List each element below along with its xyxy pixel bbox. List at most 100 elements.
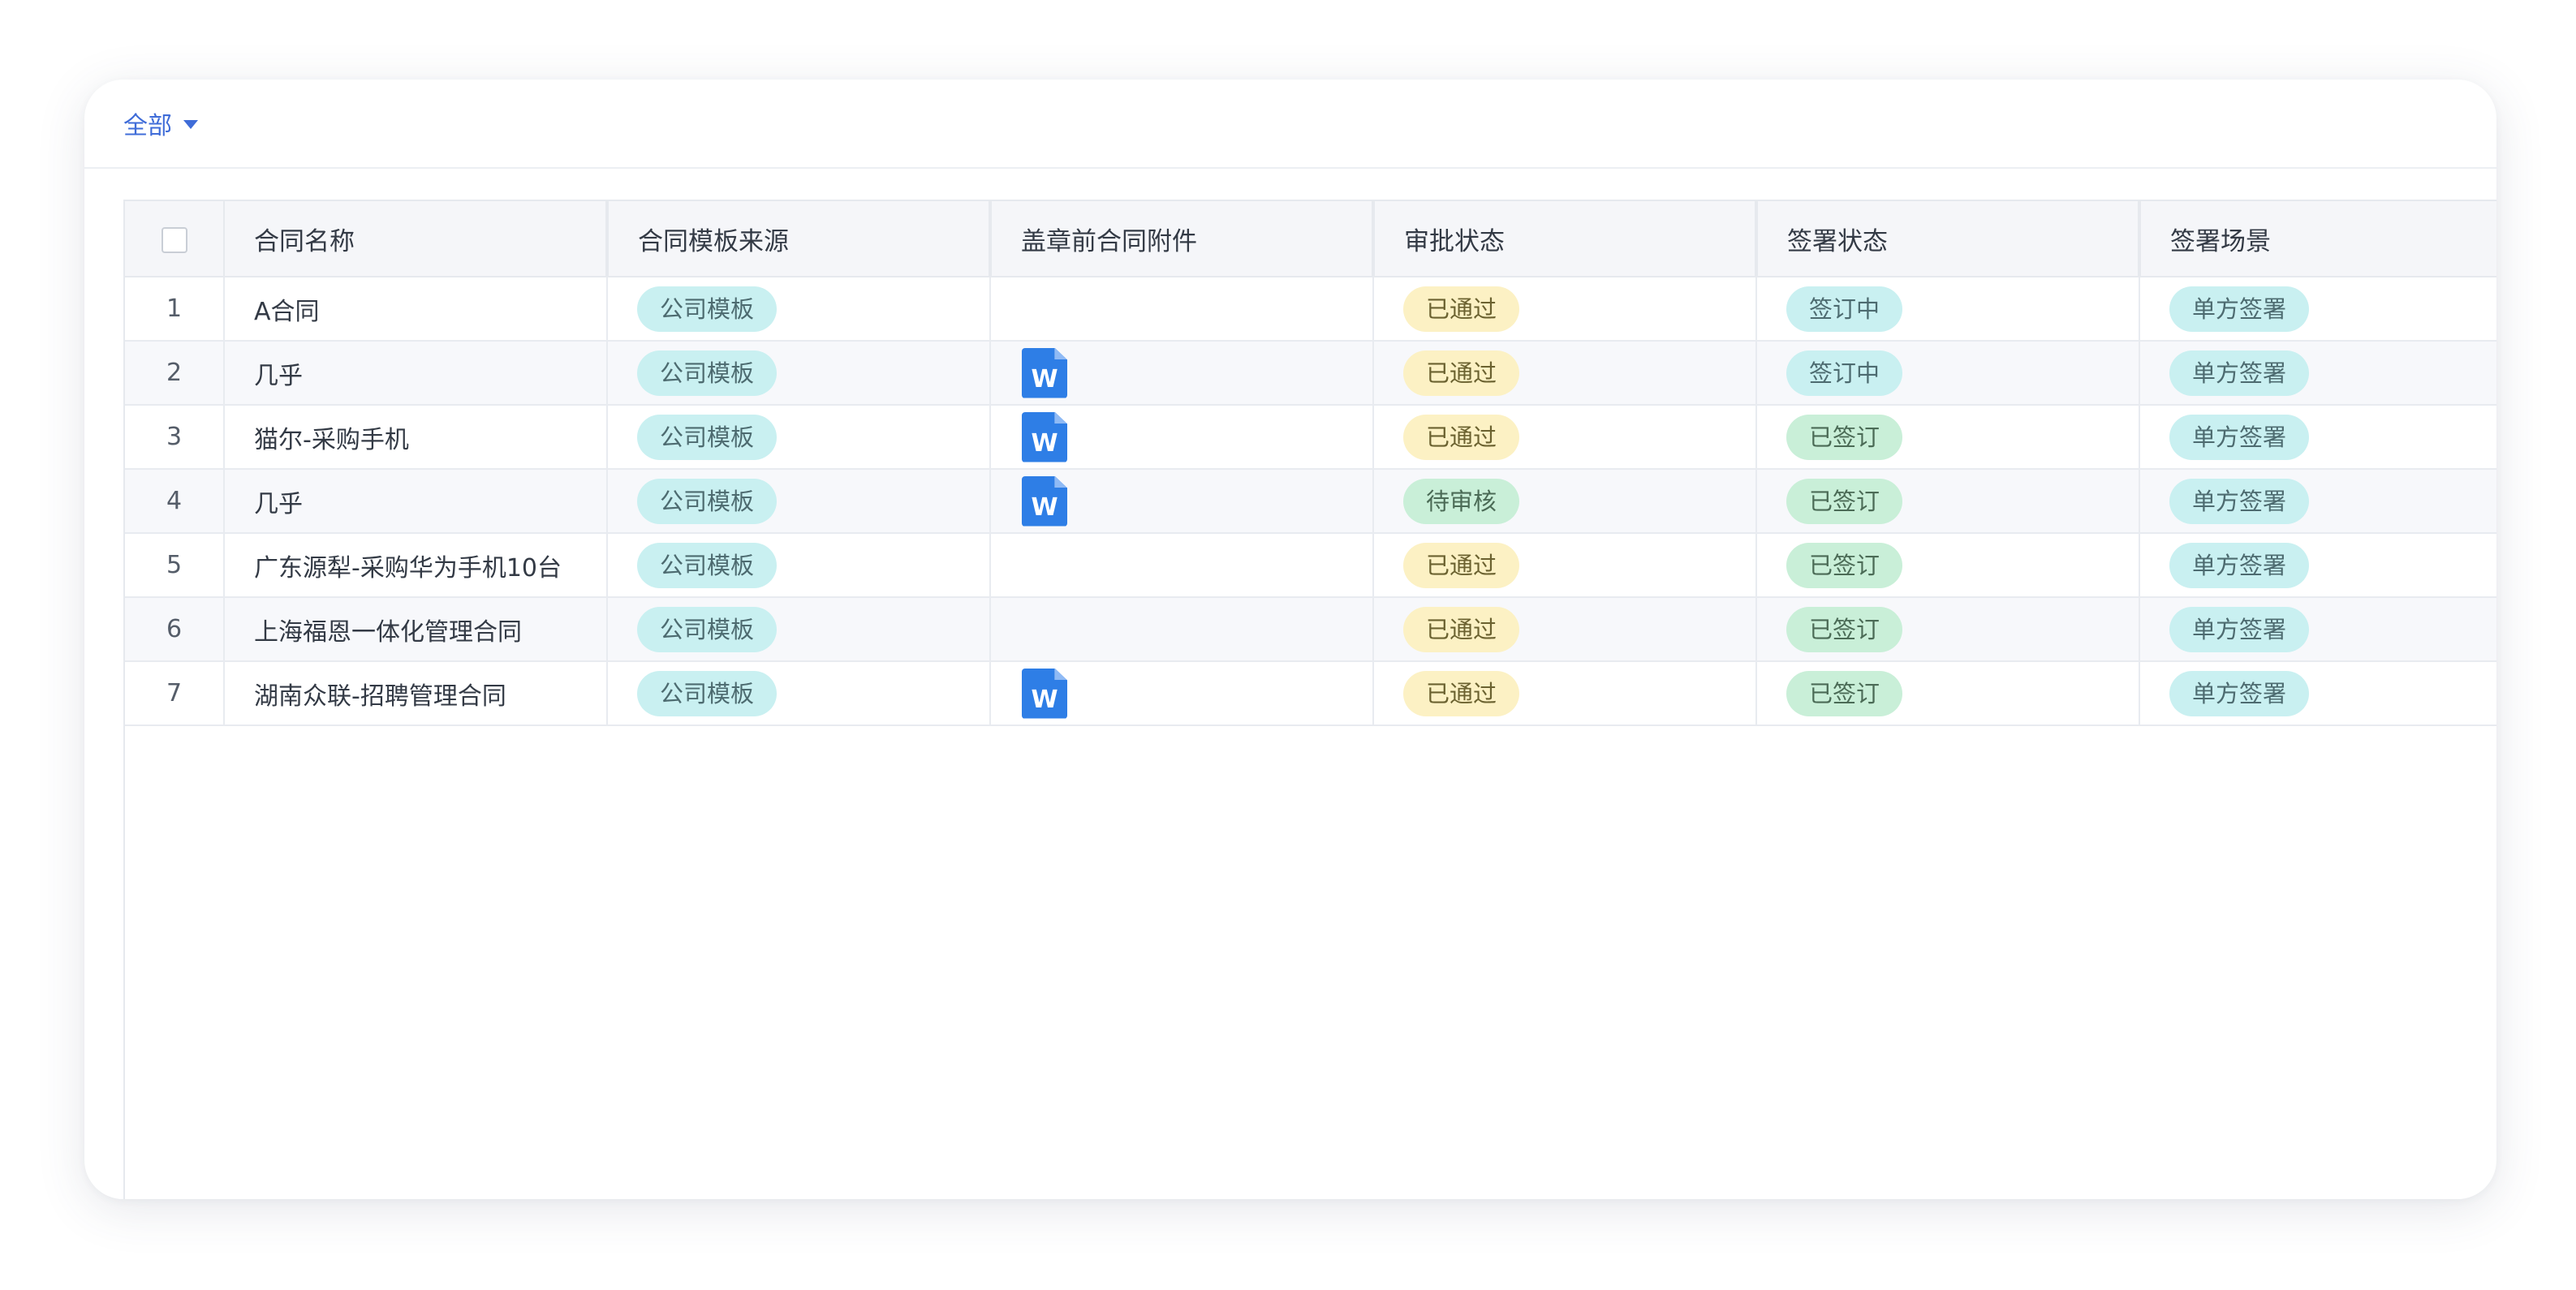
approval-status-cell: 已通过 — [1373, 341, 1757, 406]
contract-name-cell[interactable]: A合同 — [224, 277, 608, 342]
word-icon-fold — [1054, 475, 1067, 488]
column-header-sign-status[interactable]: 签署状态 — [1756, 200, 2141, 277]
column-header-attachment[interactable]: 盖章前合同附件 — [990, 200, 1375, 277]
approval-status-cell: 已通过 — [1373, 405, 1757, 470]
approval-status-cell: 已通过 — [1373, 533, 1757, 598]
select-all-checkbox[interactable] — [161, 226, 187, 253]
template-source-tag: 公司模板 — [637, 350, 778, 396]
sign-scene-cell: 单方签署 — [2139, 533, 2496, 598]
sign-scene-cell: 单方签署 — [2139, 277, 2496, 342]
sign-scene-tag: 单方签署 — [2169, 414, 2310, 460]
approval-status-tag: 已通过 — [1403, 606, 1520, 652]
approval-status-tag: 待审核 — [1403, 478, 1520, 524]
approval-status-cell: 已通过 — [1373, 661, 1757, 726]
contract-list-card: 全部 合同名称 合同模板来源 盖章前合同附件 审批状态 签署状态 签署场景 1 … — [84, 80, 2496, 1199]
word-icon-fold — [1054, 411, 1067, 424]
sign-status-tag: 签订中 — [1786, 350, 1903, 396]
template-source-tag: 公司模板 — [637, 542, 778, 588]
template-source-cell: 公司模板 — [607, 405, 991, 470]
word-document-icon[interactable]: W — [1022, 411, 1067, 462]
contract-table-container: 合同名称 合同模板来源 盖章前合同附件 审批状态 签署状态 签署场景 1 A合同公… — [123, 200, 2496, 1199]
sign-status-tag: 已签订 — [1786, 606, 1903, 652]
contract-name-cell[interactable]: 猫尔-采购手机 — [224, 405, 608, 470]
word-document-icon[interactable]: W — [1022, 475, 1067, 527]
sign-status-cell: 已签订 — [1756, 661, 2140, 726]
sign-scene-tag: 单方签署 — [2169, 286, 2310, 332]
filter-bar: 全部 — [84, 80, 2496, 169]
template-source-cell: 公司模板 — [607, 597, 991, 662]
row-index: 3 — [125, 405, 225, 470]
template-source-cell: 公司模板 — [607, 661, 991, 726]
sign-scene-tag: 单方签署 — [2169, 670, 2310, 716]
template-source-cell: 公司模板 — [607, 469, 991, 534]
column-header-approval-status[interactable]: 审批状态 — [1373, 200, 1758, 277]
contract-name-cell[interactable]: 广东源犁-采购华为手机10台 — [224, 533, 608, 598]
row-index: 5 — [125, 533, 225, 598]
word-document-icon[interactable]: W — [1022, 347, 1067, 398]
sign-scene-tag: 单方签署 — [2169, 350, 2310, 396]
template-source-tag: 公司模板 — [637, 606, 778, 652]
contract-name-cell[interactable]: 几乎 — [224, 341, 608, 406]
contract-table: 合同名称 合同模板来源 盖章前合同附件 审批状态 签署状态 签署场景 1 A合同公… — [125, 200, 2496, 726]
sign-status-cell: 签订中 — [1756, 277, 2140, 342]
approval-status-cell: 已通过 — [1373, 277, 1757, 342]
filter-label: 全部 — [123, 112, 172, 140]
sign-scene-cell: 单方签署 — [2139, 405, 2496, 470]
row-index: 1 — [125, 277, 225, 342]
word-document-icon[interactable]: W — [1022, 668, 1067, 719]
row-index: 6 — [125, 597, 225, 662]
template-source-tag: 公司模板 — [637, 478, 778, 524]
table-body: 1 A合同 公司模板 已通过 签订中 单方签署 2 几乎 公司模板 W 已通过 签订中 单方签署 3 猫尔-… — [125, 277, 2496, 726]
sign-status-tag: 已签订 — [1786, 670, 1903, 716]
approval-status-cell: 待审核 — [1373, 469, 1757, 534]
template-source-tag: 公司模板 — [637, 414, 778, 460]
table-row[interactable]: 4 几乎 公司模板 W 待审核 已签订 单方签署 — [125, 469, 2496, 534]
column-header-template-source[interactable]: 合同模板来源 — [607, 200, 992, 277]
approval-status-tag: 已通过 — [1403, 542, 1520, 588]
table-row[interactable]: 3 猫尔-采购手机 公司模板 W 已通过 已签订 单方签署 — [125, 405, 2496, 470]
approval-status-tag: 已通过 — [1403, 670, 1520, 716]
column-header-contract-name[interactable]: 合同名称 — [224, 200, 609, 277]
attachment-cell — [990, 533, 1374, 598]
sign-status-tag: 已签订 — [1786, 542, 1903, 588]
template-source-tag: 公司模板 — [637, 670, 778, 716]
row-index: 7 — [125, 661, 225, 726]
table-row[interactable]: 5 广东源犁-采购华为手机10台 公司模板 已通过 已签订 单方签署 — [125, 533, 2496, 598]
attachment-cell: W — [990, 405, 1374, 470]
sign-status-cell: 已签订 — [1756, 533, 2140, 598]
contract-name-cell[interactable]: 几乎 — [224, 469, 608, 534]
select-all-cell — [125, 200, 225, 277]
word-icon-fold — [1054, 347, 1067, 360]
table-header-row: 合同名称 合同模板来源 盖章前合同附件 审批状态 签署状态 签署场景 — [125, 200, 2496, 277]
approval-status-tag: 已通过 — [1403, 286, 1520, 332]
filter-dropdown[interactable]: 全部 — [123, 105, 198, 141]
word-icon-letter: W — [1031, 492, 1058, 522]
sign-status-cell: 已签订 — [1756, 405, 2140, 470]
template-source-cell: 公司模板 — [607, 277, 991, 342]
approval-status-cell: 已通过 — [1373, 597, 1757, 662]
row-index: 4 — [125, 469, 225, 534]
table-row[interactable]: 1 A合同 公司模板 已通过 签订中 单方签署 — [125, 277, 2496, 342]
sign-status-tag: 签订中 — [1786, 286, 1903, 332]
table-row[interactable]: 7 湖南众联-招聘管理合同 公司模板 W 已通过 已签订 单方签署 — [125, 661, 2496, 726]
sign-scene-tag: 单方签署 — [2169, 542, 2310, 588]
contract-name-cell[interactable]: 上海福恩一体化管理合同 — [224, 597, 608, 662]
sign-scene-cell: 单方签署 — [2139, 469, 2496, 534]
contract-name-cell[interactable]: 湖南众联-招聘管理合同 — [224, 661, 608, 726]
sign-status-cell: 已签订 — [1756, 469, 2140, 534]
sign-status-tag: 已签订 — [1786, 414, 1903, 460]
column-header-sign-scene[interactable]: 签署场景 — [2139, 200, 2496, 277]
caret-down-icon — [183, 119, 198, 129]
word-icon-fold — [1054, 668, 1067, 681]
attachment-cell: W — [990, 661, 1374, 726]
attachment-cell: W — [990, 341, 1374, 406]
table-row[interactable]: 2 几乎 公司模板 W 已通过 签订中 单方签署 — [125, 341, 2496, 406]
attachment-cell — [990, 277, 1374, 342]
table-row[interactable]: 6 上海福恩一体化管理合同 公司模板 已通过 已签订 单方签署 — [125, 597, 2496, 662]
approval-status-tag: 已通过 — [1403, 414, 1520, 460]
sign-status-cell: 已签订 — [1756, 597, 2140, 662]
template-source-cell: 公司模板 — [607, 341, 991, 406]
word-icon-letter: W — [1031, 428, 1058, 458]
attachment-cell: W — [990, 469, 1374, 534]
sign-scene-cell: 单方签署 — [2139, 341, 2496, 406]
